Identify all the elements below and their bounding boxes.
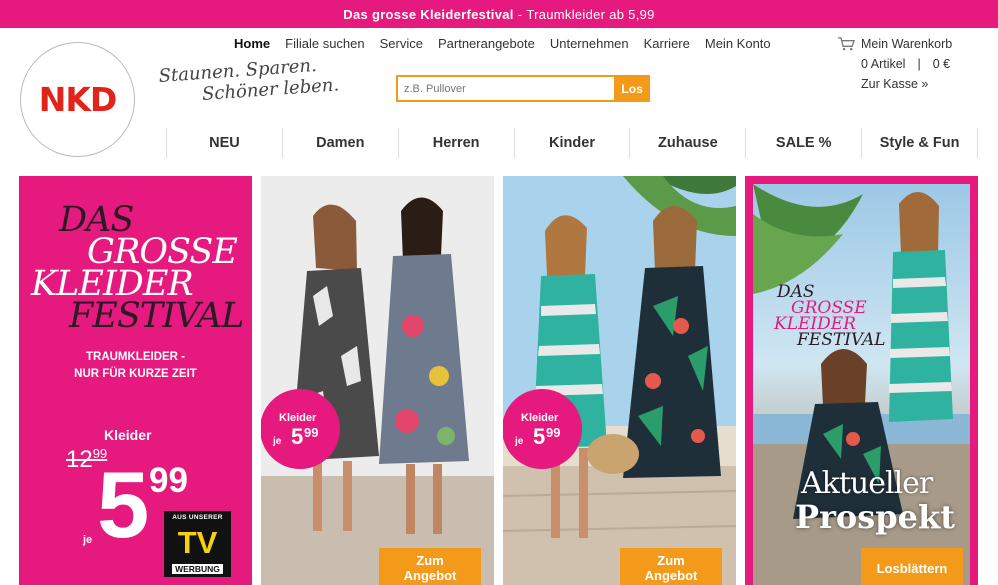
dress-offer-tile-2[interactable]: Kleider je 5 99 Zum Angebot [503,176,736,585]
price-bubble: Kleider je 5 99 [503,389,582,469]
topnav-unternehmen[interactable]: Unternehmen [550,36,629,51]
topnav-partnerangebote[interactable]: Partnerangebote [438,36,535,51]
bubble-je: je [515,436,524,447]
topnav-home[interactable]: Home [234,36,270,51]
cart-total: 0 € [932,57,951,71]
festival-subtitle: TRAUMKLEIDER - NUR FÜR KURZE ZEIT [19,349,252,383]
tv-logo: TV [177,524,218,560]
product-photo-beach-dresses [503,176,736,585]
prospekt-headline-2: Prospekt [795,498,955,536]
cta-line-2: Angebot [644,568,698,583]
nav-kinder[interactable]: Kinder [513,128,630,158]
nav-sale[interactable]: SALE % [745,128,861,158]
promo-banner[interactable]: Das grosse Kleiderfestival - Traumkleide… [0,0,998,28]
product-label: Kleider [104,427,152,443]
product-photo-women-dresses [261,176,494,585]
cta-line-1: Zum [657,553,685,568]
losblaettern-button[interactable]: Losblättern [861,548,963,585]
sale-price-main: 5 [97,452,149,557]
festival-title-festival: FESTIVAL [69,296,244,336]
festival-title: DAS GROSSE KLEIDER FESTIVAL [31,203,246,336]
tv-badge-bottom: WERBUNG [172,564,223,574]
tv-advert-badge: AUS UNSERER TV WERBUNG [164,511,231,577]
nav-style-fun[interactable]: Style & Fun [861,128,979,158]
cart-separator: | [917,57,921,71]
category-navigation: NEU Damen Herren Kinder Zuhause SALE % S… [166,128,979,158]
festival-subtitle-line-2: NUR FÜR KURZE ZEIT [74,368,197,380]
topnav-service[interactable]: Service [380,36,423,51]
top-navigation: Home Filiale suchen Service Partnerangeb… [234,36,786,51]
bubble-label: Kleider [279,412,317,424]
bubble-price: 5 [533,424,546,449]
cta-line-2: Angebot [403,568,457,583]
promo-title: Das grosse Kleiderfestival [343,6,514,22]
old-price-main: 12 [66,446,93,473]
bubble-je: je [273,436,282,447]
prospekt-headline-1: Aktueller [801,466,933,501]
prospekt-festival-title: DAS GROSSE KLEIDER FESTIVAL [774,284,886,350]
festival-subtitle-line-1: TRAUMKLEIDER - [85,351,186,363]
nav-herren[interactable]: Herren [397,128,514,158]
nav-zuhause[interactable]: Zuhause [629,128,745,158]
promo-subtitle: Traumkleider ab 5,99 [526,6,655,22]
zum-angebot-button[interactable]: Zum Angebot [620,548,722,585]
sale-price-cents: 99 [149,461,188,500]
cart-widget: Mein Warenkorb 0 Artikel | 0 € Zur Kasse » [837,36,952,91]
bubble-cents: 99 [546,425,561,440]
search-form: Los [396,75,650,102]
search-button[interactable]: Los [614,75,650,102]
checkout-link[interactable]: Zur Kasse » [837,77,952,91]
price-bubble: Kleider je 5 99 [261,389,340,469]
topnav-filiale-suchen[interactable]: Filiale suchen [285,36,365,51]
prospekt-title-festival: FESTIVAL [797,330,886,350]
cart-summary: 0 Artikel | 0 € [837,57,952,71]
slogan: Staunen. Sparen. Schöner leben. [158,53,340,107]
promo-separator: - [517,6,523,22]
bubble-price: 5 [291,424,304,449]
nav-damen[interactable]: Damen [281,128,398,158]
prospekt-tile[interactable]: DAS GROSSE KLEIDER FESTIVAL Aktueller Pr… [745,176,978,585]
cart-link[interactable]: Mein Warenkorb [837,36,952,51]
topnav-mein-konto[interactable]: Mein Konto [705,36,771,51]
cart-item-count: 0 Artikel [861,57,906,71]
logo-text: NKD [38,80,118,119]
cta-line-1: Zum [416,553,444,568]
nkd-logo[interactable]: NKD [20,42,135,157]
cart-title: Mein Warenkorb [861,36,953,51]
topnav-karriere[interactable]: Karriere [644,36,690,51]
price-je-label: je [83,534,93,546]
festival-promo-tile[interactable]: DAS GROSSE KLEIDER FESTIVAL TRAUMKLEIDER… [19,176,252,585]
cart-icon [838,37,855,51]
bubble-cents: 99 [304,425,319,440]
tv-badge-top: AUS UNSERER [172,514,223,521]
nav-neu[interactable]: NEU [166,128,282,158]
bubble-label: Kleider [521,412,559,424]
zum-angebot-button[interactable]: Zum Angebot [379,548,481,585]
search-input[interactable] [396,75,615,102]
dress-offer-tile-1[interactable]: Kleider je 5 99 Zum Angebot [261,176,494,585]
